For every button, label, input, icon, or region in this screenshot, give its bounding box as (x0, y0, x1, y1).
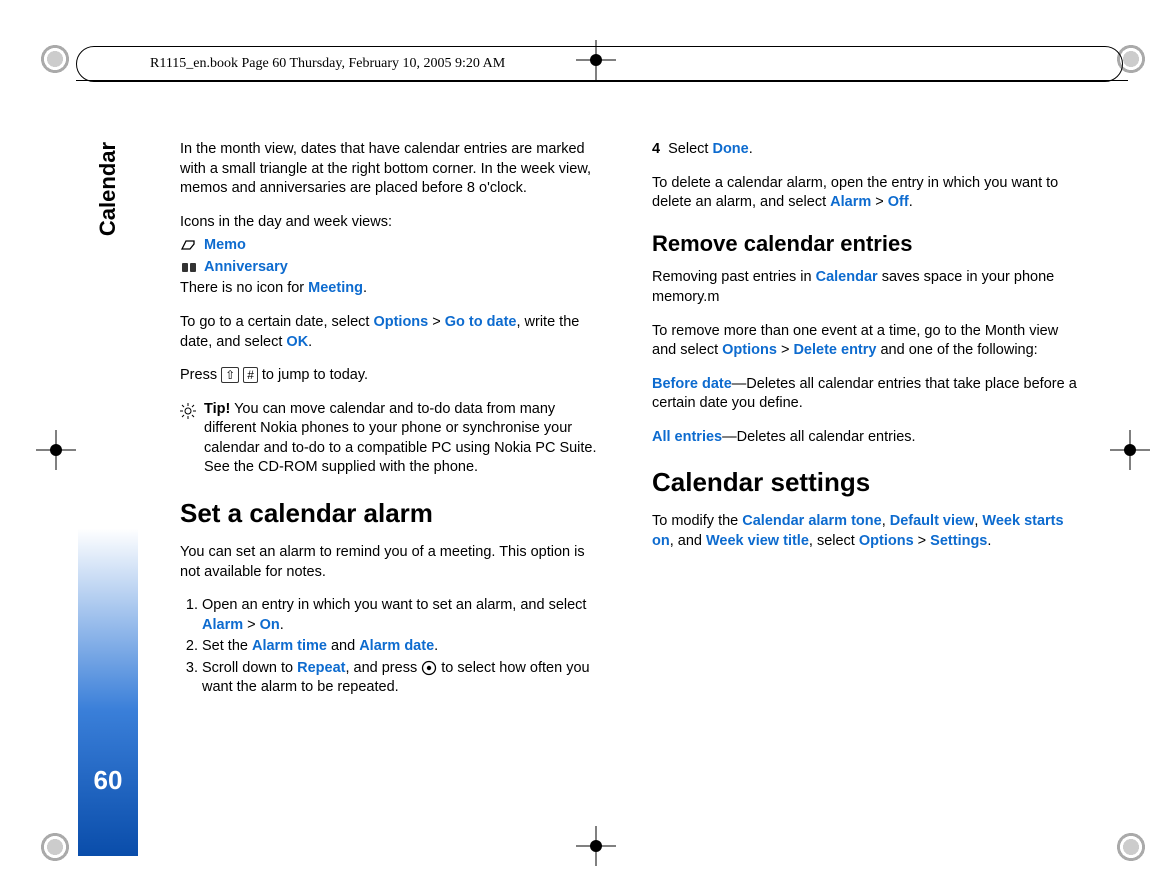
heading-remove-entries: Remove calendar entries (652, 229, 1080, 259)
crop-mark-icon (38, 42, 72, 76)
tip-text: Tip! You can move calendar and to-do dat… (204, 400, 608, 478)
memo-icon (180, 236, 198, 256)
body-paragraph: In the month view, dates that have calen… (180, 140, 608, 199)
body-paragraph: To delete a calendar alarm, open the ent… (652, 174, 1080, 213)
body-paragraph: There is no icon for Meeting. (180, 279, 608, 299)
heading-calendar-settings: Calendar settings (652, 465, 1080, 500)
memo-label: Memo (204, 236, 246, 256)
crop-mark-icon (1114, 830, 1148, 864)
body-paragraph: You can set an alarm to remind you of a … (180, 543, 608, 582)
registration-mark-icon (576, 826, 616, 866)
step-item: 4 Select Done. (652, 140, 1080, 160)
crop-mark-icon (38, 830, 72, 864)
tip-block: Tip! You can move calendar and to-do dat… (180, 400, 608, 478)
hash-key-icon: # (243, 367, 258, 383)
tip-icon (180, 402, 196, 478)
anniversary-icon-row: Anniversary (180, 258, 608, 278)
sidebar: Calendar 60 (78, 128, 138, 856)
anniversary-label: Anniversary (204, 258, 288, 278)
body-paragraph: To modify the Calendar alarm tone, Defau… (652, 512, 1080, 551)
body-paragraph: Press ⇧ # to jump to today. (180, 366, 608, 386)
step-item: Set the Alarm time and Alarm date. (202, 637, 608, 657)
divider (76, 80, 1128, 81)
step-item: Open an entry in which you want to set a… (202, 596, 608, 635)
body-paragraph: To remove more than one event at a time,… (652, 322, 1080, 361)
section-title: Calendar (95, 142, 121, 236)
memo-icon-row: Memo (180, 236, 608, 256)
body-paragraph: Removing past entries in Calendar saves … (652, 268, 1080, 307)
registration-mark-icon (36, 430, 76, 470)
column-right: 4 Select Done. To delete a calendar alar… (652, 140, 1080, 712)
page-number: 60 (94, 765, 123, 796)
body-paragraph: To go to a certain date, select Options … (180, 313, 608, 352)
column-left: In the month view, dates that have calen… (180, 140, 608, 712)
steps-list: Open an entry in which you want to set a… (180, 596, 608, 698)
registration-mark-icon (1110, 430, 1150, 470)
heading-set-alarm: Set a calendar alarm (180, 496, 608, 531)
anniversary-icon (180, 258, 198, 278)
step-item: Scroll down to Repeat, and press to sele… (202, 659, 608, 698)
body-paragraph: All entries—Deletes all calendar entries… (652, 428, 1080, 448)
body-paragraph: Icons in the day and week views: (180, 213, 608, 233)
page-content: In the month view, dates that have calen… (180, 140, 1080, 712)
joystick-icon (421, 660, 441, 676)
body-paragraph: Before date—Deletes all calendar entries… (652, 375, 1080, 414)
shift-key-icon: ⇧ (221, 367, 239, 383)
framemaker-header: R1115_en.book Page 60 Thursday, February… (150, 56, 505, 72)
